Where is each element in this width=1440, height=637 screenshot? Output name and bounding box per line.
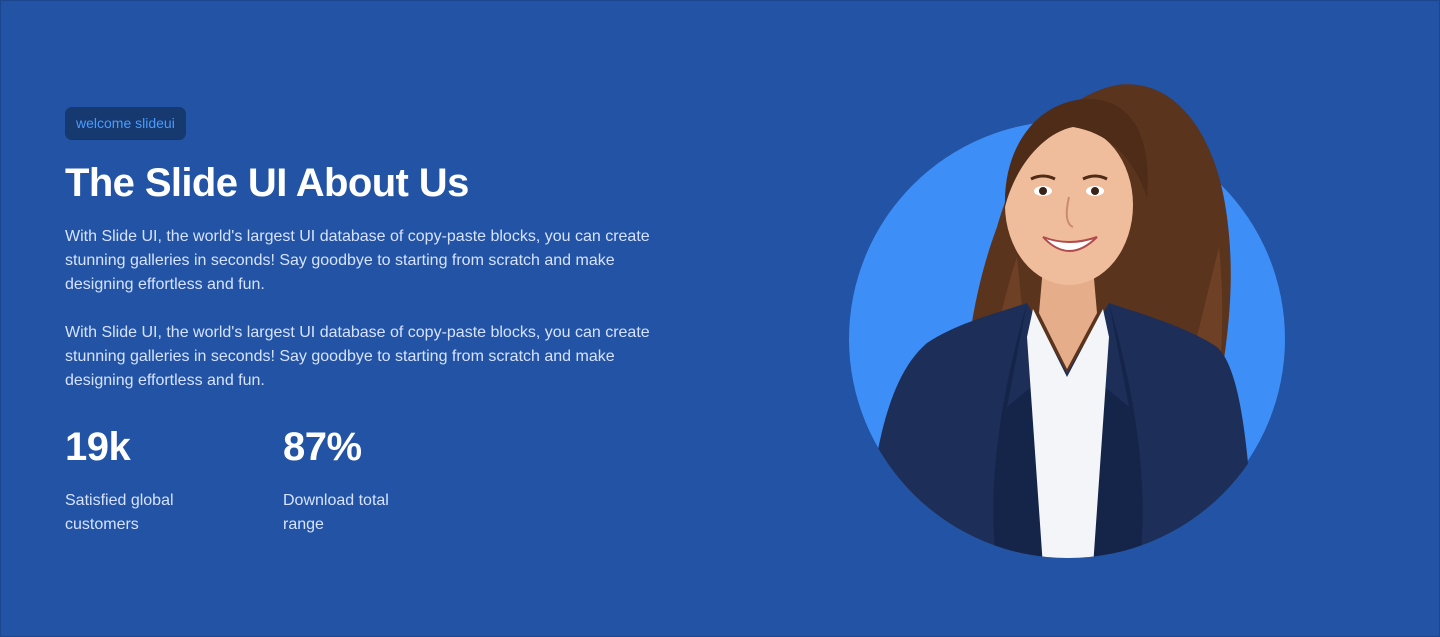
stat-download: 87% Download total range (283, 425, 501, 537)
about-section: welcome slideui The Slide UI About Us Wi… (0, 0, 1440, 637)
welcome-badge: welcome slideui (65, 107, 186, 139)
stat-label: Satisfied global customers (65, 492, 174, 533)
profile-portrait (847, 77, 1287, 567)
stat-label: Download total range (283, 492, 389, 533)
intro-paragraph: With Slide UI, the world's largest UI da… (65, 228, 650, 293)
stats-row: 19k Satisfied global customers 87% Downl… (65, 425, 685, 537)
stat-customers: 19k Satisfied global customers (65, 425, 283, 537)
about-content: welcome slideui The Slide UI About Us Wi… (65, 107, 685, 537)
portrait-illustration (849, 84, 1285, 558)
intro-paragraph: With Slide UI, the world's largest UI da… (65, 324, 650, 389)
page-title: The Slide UI About Us (65, 161, 469, 205)
stat-value: 87% (283, 425, 362, 469)
stat-value: 19k (65, 425, 131, 469)
